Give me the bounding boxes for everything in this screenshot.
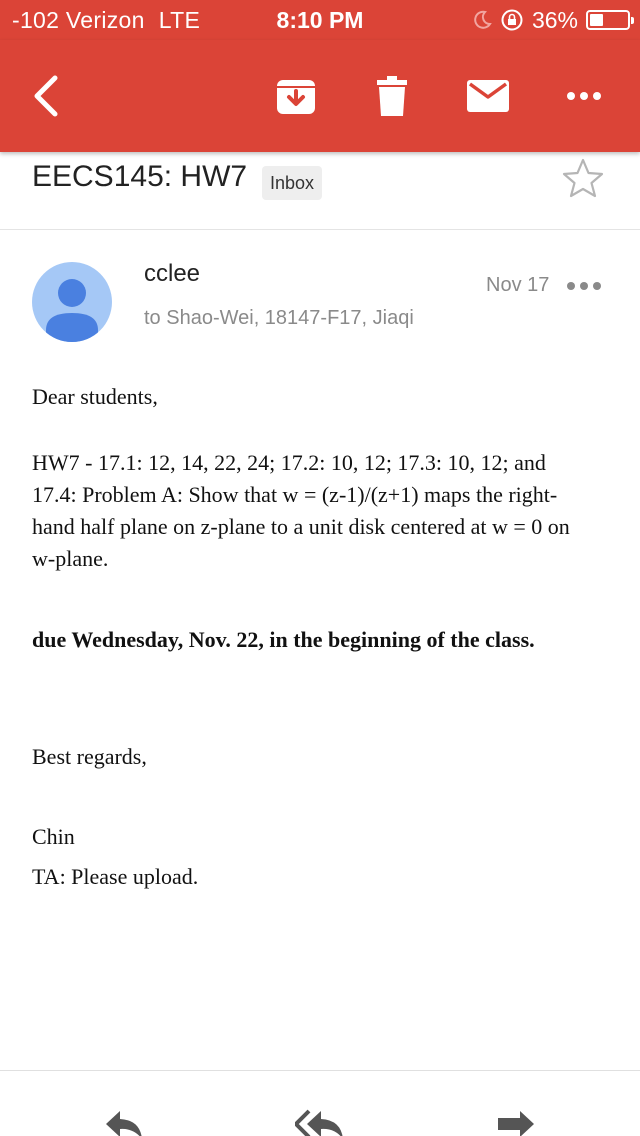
message-signature: Chin [32,824,75,849]
recipients-line[interactable]: to Shao-Wei, 18147-F17, Jiaqi [144,307,414,330]
star-button[interactable] [560,156,606,202]
status-right: 36% [472,6,634,34]
mark-unread-button[interactable] [460,70,516,122]
mail-icon [467,80,509,112]
bottom-action-bar [0,1070,640,1136]
delete-button[interactable] [368,70,416,122]
star-icon [562,158,604,198]
person-icon [46,279,98,342]
rotation-lock-icon [501,9,523,31]
more-horizontal-icon [567,282,601,290]
sender-avatar[interactable] [32,262,112,342]
inbox-label-badge[interactable]: Inbox [262,166,323,200]
back-button[interactable] [18,66,74,126]
message-homework: HW7 - 17.1: 12, 14, 22, 24; 17.2: 10, 12… [32,450,570,571]
battery-icon [586,10,634,30]
email-subject: EECS145: HW7 [32,160,248,193]
message-greeting: Dear students, [32,384,158,409]
back-icon [34,75,58,117]
moon-icon [474,10,492,29]
battery-percent: 36% [531,6,578,33]
email-date: Nov 17 [486,274,550,296]
more-options-button[interactable] [558,70,610,122]
battery-fill [590,14,603,26]
reply-all-icon [295,1109,343,1136]
message-more-button[interactable] [566,279,602,293]
reply-all-button[interactable] [290,1109,350,1136]
status-bar: -102 Verizon LTE 8:10 PM 36% [0,0,640,40]
subject-row: EECS145: HW7 Inbox [0,152,640,230]
archive-button[interactable] [270,70,322,122]
message-due-date: due Wednesday, Nov. 22, in the beginning… [32,627,535,652]
trash-icon [377,76,407,116]
archive-icon [277,80,315,114]
message-note: TA: Please upload. [32,864,199,889]
reply-button[interactable] [94,1109,154,1136]
sender-name[interactable]: cclee [144,260,200,288]
email-toolbar [0,40,640,152]
message-closing: Best regards, [32,744,147,769]
more-icon [567,92,601,100]
forward-button[interactable] [486,1109,546,1136]
forward-icon [498,1111,534,1136]
battery-nub [631,17,634,24]
reply-icon [106,1111,142,1136]
